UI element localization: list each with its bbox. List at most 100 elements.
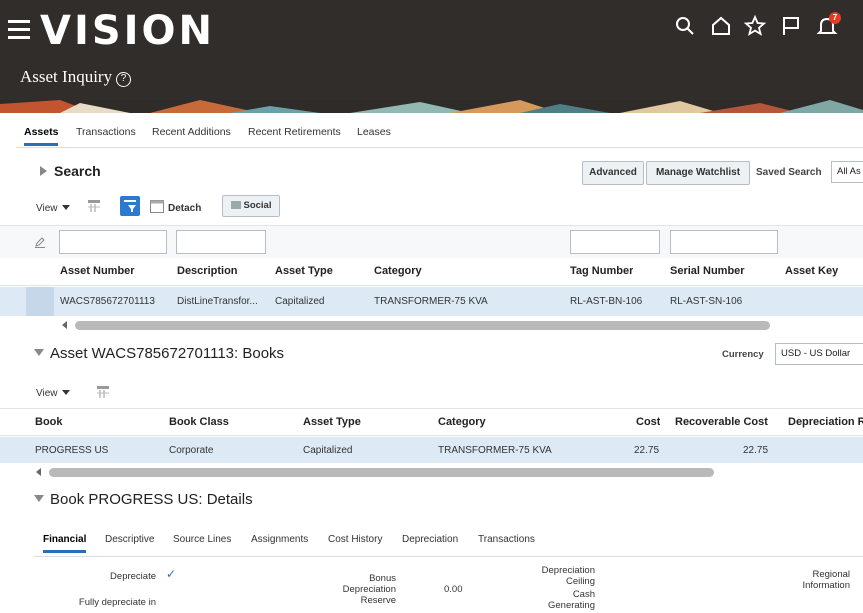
tab-leases[interactable]: Leases bbox=[357, 126, 391, 138]
home-icon[interactable] bbox=[709, 14, 733, 38]
serial-number-filter[interactable] bbox=[670, 230, 778, 254]
cash-generating-label-line1: Cash bbox=[572, 589, 595, 600]
col-books-asset-type[interactable]: Asset Type bbox=[303, 416, 361, 428]
books-view-caret-icon bbox=[61, 390, 70, 395]
tab-recent-retirements[interactable]: Recent Retirements bbox=[248, 126, 341, 138]
social-label: Social bbox=[243, 200, 272, 211]
col-description[interactable]: Description bbox=[177, 265, 238, 277]
col-book-class[interactable]: Book Class bbox=[169, 416, 229, 428]
advanced-button[interactable]: Advanced bbox=[582, 161, 644, 185]
tab-financial[interactable]: Financial bbox=[43, 534, 87, 553]
cell-cost: 22.75 bbox=[634, 445, 660, 456]
hamburger-icon[interactable] bbox=[8, 20, 30, 42]
cell-book-class: Corporate bbox=[169, 445, 214, 456]
expand-triangle-icon bbox=[40, 166, 47, 176]
books-section-title[interactable]: Asset WACS785672701113: Books bbox=[34, 345, 284, 362]
cell-recoverable-cost: 22.75 bbox=[743, 445, 769, 456]
details-tabs-divider bbox=[34, 556, 863, 557]
cash-generating-label-line2: Generating bbox=[547, 600, 595, 611]
tab-transactions[interactable]: Transactions bbox=[76, 126, 136, 138]
col-depreciation-reserve[interactable]: Depreciation R bbox=[788, 416, 863, 428]
scroll-left-icon[interactable] bbox=[62, 321, 67, 329]
global-header: VISION Asset Inquiry? 7 bbox=[0, 0, 863, 113]
details-title-text: Book PROGRESS US: Details bbox=[50, 491, 253, 508]
flag-icon[interactable] bbox=[779, 14, 803, 38]
col-asset-type[interactable]: Asset Type bbox=[275, 265, 333, 277]
help-icon[interactable]: ? bbox=[116, 72, 132, 87]
assets-table-header: Asset Number Description Asset Type Cate… bbox=[0, 258, 863, 286]
cell-category: TRANSFORMER-75 KVA bbox=[374, 296, 488, 307]
saved-search-select[interactable]: All As bbox=[831, 161, 863, 183]
col-books-category[interactable]: Category bbox=[438, 416, 486, 428]
fully-depreciate-label: Fully depreciate in bbox=[78, 597, 156, 608]
page-title: Asset Inquiry? bbox=[20, 67, 132, 87]
details-collapse-triangle-icon bbox=[34, 495, 44, 502]
freeze-columns-icon[interactable] bbox=[87, 199, 101, 213]
books-scroll-left-icon[interactable] bbox=[36, 468, 41, 476]
tab-descriptive[interactable]: Descriptive bbox=[105, 534, 154, 545]
regional-information-label-line1: Regional bbox=[812, 569, 851, 580]
depreciation-ceiling-label-line2: Ceiling bbox=[565, 576, 595, 587]
tab-cost-history[interactable]: Cost History bbox=[328, 534, 382, 545]
social-icon bbox=[230, 201, 241, 209]
tab-recent-additions[interactable]: Recent Additions bbox=[152, 126, 231, 138]
table-row[interactable]: PROGRESS US Corporate Capitalized TRANSF… bbox=[0, 437, 863, 463]
description-filter[interactable] bbox=[176, 230, 266, 254]
books-view-menu[interactable]: View bbox=[36, 388, 70, 399]
cell-asset-number[interactable]: WACS785672701113 bbox=[60, 296, 155, 307]
star-icon[interactable] bbox=[743, 14, 767, 38]
col-asset-key[interactable]: Asset Key bbox=[785, 265, 838, 277]
edit-filter-icon[interactable] bbox=[34, 236, 46, 248]
books-table-header: Book Book Class Asset Type Category Cost… bbox=[0, 408, 863, 436]
filter-row bbox=[0, 225, 863, 258]
col-tag-number[interactable]: Tag Number bbox=[570, 265, 633, 277]
search-icon[interactable] bbox=[673, 14, 697, 38]
col-category[interactable]: Category bbox=[374, 265, 422, 277]
saved-search-label: Saved Search bbox=[756, 167, 822, 178]
col-cost[interactable]: Cost bbox=[636, 416, 660, 428]
detach-icon bbox=[150, 200, 164, 213]
manage-watchlist-button[interactable]: Manage Watchlist bbox=[646, 161, 750, 185]
search-title: Search bbox=[54, 163, 101, 179]
main-tabs: Assets Transactions Recent Additions Rec… bbox=[16, 118, 863, 148]
cell-tag-number: RL-AST-BN-106 bbox=[570, 296, 643, 307]
search-disclosure[interactable]: Search bbox=[40, 163, 101, 179]
bonus-label-line2: Depreciation bbox=[342, 584, 396, 595]
view-menu[interactable]: View bbox=[36, 203, 70, 214]
bonus-label-line1: Bonus bbox=[369, 573, 396, 584]
cell-book[interactable]: PROGRESS US bbox=[35, 445, 108, 456]
books-freeze-columns-icon[interactable] bbox=[96, 385, 110, 399]
depreciate-checkmark-icon[interactable]: ✓ bbox=[166, 567, 176, 581]
vision-logo[interactable]: VISION bbox=[40, 8, 215, 54]
table-row[interactable]: WACS785672701113 DistLineTransfor... Cap… bbox=[0, 287, 863, 316]
view-label: View bbox=[36, 203, 58, 214]
detach-button[interactable]: Detach bbox=[168, 203, 201, 214]
decorative-banner bbox=[0, 100, 863, 113]
col-asset-number[interactable]: Asset Number bbox=[60, 265, 135, 277]
regional-information-label-line2: Information bbox=[802, 580, 850, 591]
tab-assets[interactable]: Assets bbox=[24, 126, 59, 146]
cell-serial-number: RL-AST-SN-106 bbox=[670, 296, 743, 307]
bonus-label-line3: Reserve bbox=[360, 595, 396, 606]
notification-badge: 7 bbox=[829, 12, 841, 24]
books-horizontal-scrollbar[interactable] bbox=[49, 468, 714, 477]
cell-asset-type: Capitalized bbox=[275, 296, 325, 307]
row-selector[interactable] bbox=[26, 287, 54, 316]
details-section-title[interactable]: Book PROGRESS US: Details bbox=[34, 491, 253, 508]
tab-depreciation[interactable]: Depreciation bbox=[402, 534, 458, 545]
tab-assignments[interactable]: Assignments bbox=[251, 534, 308, 545]
asset-number-filter[interactable] bbox=[59, 230, 167, 254]
col-recoverable-cost[interactable]: Recoverable Cost bbox=[675, 416, 768, 428]
social-button[interactable]: Social bbox=[222, 195, 280, 217]
col-serial-number[interactable]: Serial Number bbox=[670, 265, 745, 277]
tab-details-transactions[interactable]: Transactions bbox=[478, 534, 535, 545]
assets-horizontal-scrollbar[interactable] bbox=[75, 321, 770, 330]
books-title-text: Asset WACS785672701113: Books bbox=[50, 345, 285, 362]
col-book[interactable]: Book bbox=[35, 416, 63, 428]
tag-number-filter[interactable] bbox=[570, 230, 660, 254]
tab-source-lines[interactable]: Source Lines bbox=[173, 534, 231, 545]
currency-select[interactable]: USD - US Dollar bbox=[775, 343, 863, 365]
query-by-example-icon[interactable] bbox=[120, 196, 140, 216]
notifications[interactable]: 7 bbox=[815, 12, 841, 38]
depreciation-ceiling-label-line1: Depreciation bbox=[541, 565, 595, 576]
